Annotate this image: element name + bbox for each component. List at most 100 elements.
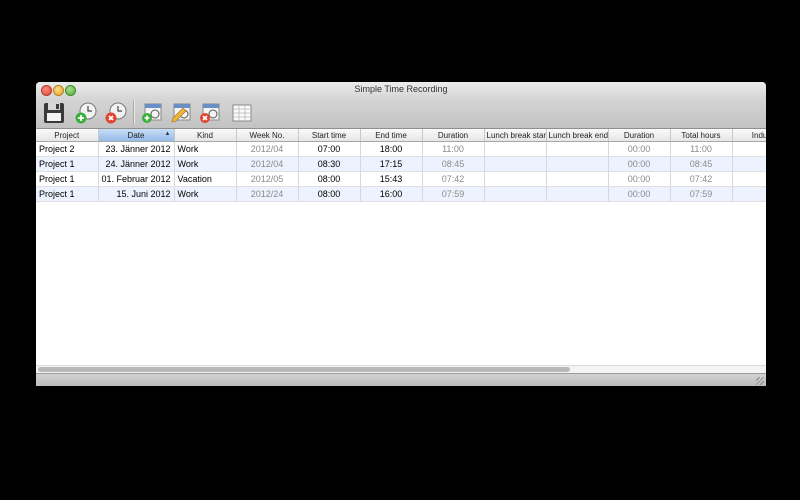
column-header[interactable]: Kind: [174, 129, 237, 142]
table-cell[interactable]: [732, 186, 766, 202]
add-project-button[interactable]: [74, 101, 98, 125]
table-cell[interactable]: 2012/04: [236, 141, 299, 157]
remove-calendar-icon: [200, 103, 220, 123]
table-cell[interactable]: 11:00: [670, 141, 733, 157]
table-cell[interactable]: 18:00: [360, 141, 423, 157]
table-cell[interactable]: [732, 156, 766, 172]
table-cell[interactable]: 08:00: [298, 171, 361, 187]
column-header[interactable]: Date ▲: [98, 129, 175, 142]
table-cell[interactable]: 08:30: [298, 156, 361, 172]
column-header-label: End time: [375, 130, 407, 140]
save-button[interactable]: [42, 101, 66, 125]
table-cell[interactable]: 00:00: [608, 171, 671, 187]
title-bar[interactable]: Simple Time Recording: [36, 82, 766, 98]
table-cell[interactable]: 00:00: [608, 141, 671, 157]
table-cell[interactable]: 07:59: [670, 186, 733, 202]
table-cell[interactable]: [546, 141, 609, 157]
column-header[interactable]: Industr: [732, 129, 766, 142]
table-row[interactable]: Project 1 24. Jänner 2012 Work 2012/04 08:30…: [36, 156, 766, 172]
table-header-row: Project Date ▲ Kind Week No. Start time End ti…: [36, 129, 766, 142]
table-cell[interactable]: 2012/04: [236, 156, 299, 172]
table-cell[interactable]: 17:15: [360, 156, 423, 172]
status-bar: [36, 373, 766, 386]
table-cell[interactable]: 08:00: [298, 186, 361, 202]
add-entry-button[interactable]: [140, 101, 164, 125]
table-cell[interactable]: 00:00: [608, 156, 671, 172]
edit-entry-button[interactable]: [169, 101, 193, 125]
table-cell[interactable]: 08:45: [422, 156, 485, 172]
table-row[interactable]: Project 1 01. Februar 2012 Vacation 2012/05…: [36, 171, 766, 187]
table-cell[interactable]: Project 1: [36, 186, 99, 202]
column-header-label: Date: [127, 130, 145, 140]
table-cell[interactable]: 24. Jänner 2012: [98, 156, 175, 172]
table-cell[interactable]: 16:00: [360, 186, 423, 202]
column-header[interactable]: Project: [36, 129, 99, 142]
column-header[interactable]: Duration: [608, 129, 671, 142]
column-header[interactable]: End time: [360, 129, 423, 142]
table-row[interactable]: Project 1 15. Juni 2012 Work 2012/24 08:00 16…: [36, 186, 766, 202]
column-header[interactable]: Week No.: [236, 129, 299, 142]
table-cell[interactable]: 00:00: [608, 186, 671, 202]
table-cell[interactable]: [484, 141, 547, 157]
edit-calendar-icon: [171, 103, 191, 123]
table-cell[interactable]: [732, 141, 766, 157]
table-cell[interactable]: Work: [174, 141, 237, 157]
table-cell[interactable]: 2012/24: [236, 186, 299, 202]
table-cell[interactable]: Vacation: [174, 171, 237, 187]
column-header-label: Duration: [623, 130, 655, 140]
remove-clock-icon: [105, 102, 127, 124]
table-cell[interactable]: 23. Jänner 2012: [98, 141, 175, 157]
table-cell[interactable]: 08:45: [670, 156, 733, 172]
report-grid-icon: [232, 104, 252, 122]
floppy-disk-icon: [44, 103, 64, 123]
toolbar: [36, 98, 766, 129]
toolbar-separator: [133, 101, 135, 125]
table-cell[interactable]: 11:00: [422, 141, 485, 157]
table-cell[interactable]: Project 1: [36, 171, 99, 187]
scrollbar-thumb[interactable]: [38, 367, 570, 372]
add-clock-icon: [75, 102, 97, 124]
column-header[interactable]: Lunch break start: [484, 129, 547, 142]
time-entries-table[interactable]: Project Date ▲ Kind Week No. Start time End ti…: [36, 129, 766, 367]
remove-project-button[interactable]: [104, 101, 128, 125]
table-cell[interactable]: [546, 186, 609, 202]
table-cell[interactable]: 01. Februar 2012: [98, 171, 175, 187]
table-cell[interactable]: Work: [174, 156, 237, 172]
table-cell[interactable]: [546, 156, 609, 172]
sort-ascending-icon: ▲: [164, 131, 171, 137]
table-cell[interactable]: Project 2: [36, 141, 99, 157]
column-header-label: Duration: [437, 130, 469, 140]
column-header[interactable]: Total hours: [670, 129, 733, 142]
column-header-label: Week No.: [249, 130, 285, 140]
table-cell[interactable]: [484, 156, 547, 172]
column-header-label: Start time: [311, 130, 347, 140]
column-header-label: Total hours: [681, 130, 721, 140]
column-header-label: Kind: [196, 130, 213, 140]
app-window: Simple Time Recording Project Date ▲ Kin…: [36, 82, 766, 386]
table-cell[interactable]: Project 1: [36, 156, 99, 172]
table-cell[interactable]: [546, 171, 609, 187]
column-header[interactable]: Lunch break end: [546, 129, 609, 142]
table-cell[interactable]: 07:59: [422, 186, 485, 202]
table-cell[interactable]: [484, 171, 547, 187]
table-cell[interactable]: 15. Juni 2012: [98, 186, 175, 202]
table-cell[interactable]: [732, 171, 766, 187]
column-header[interactable]: Duration: [422, 129, 485, 142]
table-cell[interactable]: 07:42: [422, 171, 485, 187]
table-cell[interactable]: 15:43: [360, 171, 423, 187]
table-cell[interactable]: 07:00: [298, 141, 361, 157]
table-cell[interactable]: [484, 186, 547, 202]
column-header-label: Lunch break end: [548, 130, 608, 140]
table-cell[interactable]: 2012/05: [236, 171, 299, 187]
table-row[interactable]: Project 2 23. Jänner 2012 Work 2012/04 07:00…: [36, 141, 766, 157]
column-header-label: Project: [54, 130, 80, 140]
column-header-label: Lunch break start: [486, 130, 546, 140]
column-header[interactable]: Start time: [298, 129, 361, 142]
column-header-label: Industr: [751, 130, 766, 140]
window-title: Simple Time Recording: [354, 84, 448, 94]
report-button[interactable]: [230, 101, 254, 125]
remove-entry-button[interactable]: [198, 101, 222, 125]
table-cell[interactable]: 07:42: [670, 171, 733, 187]
resize-grip-icon[interactable]: [756, 377, 764, 385]
table-cell[interactable]: Work: [174, 186, 237, 202]
